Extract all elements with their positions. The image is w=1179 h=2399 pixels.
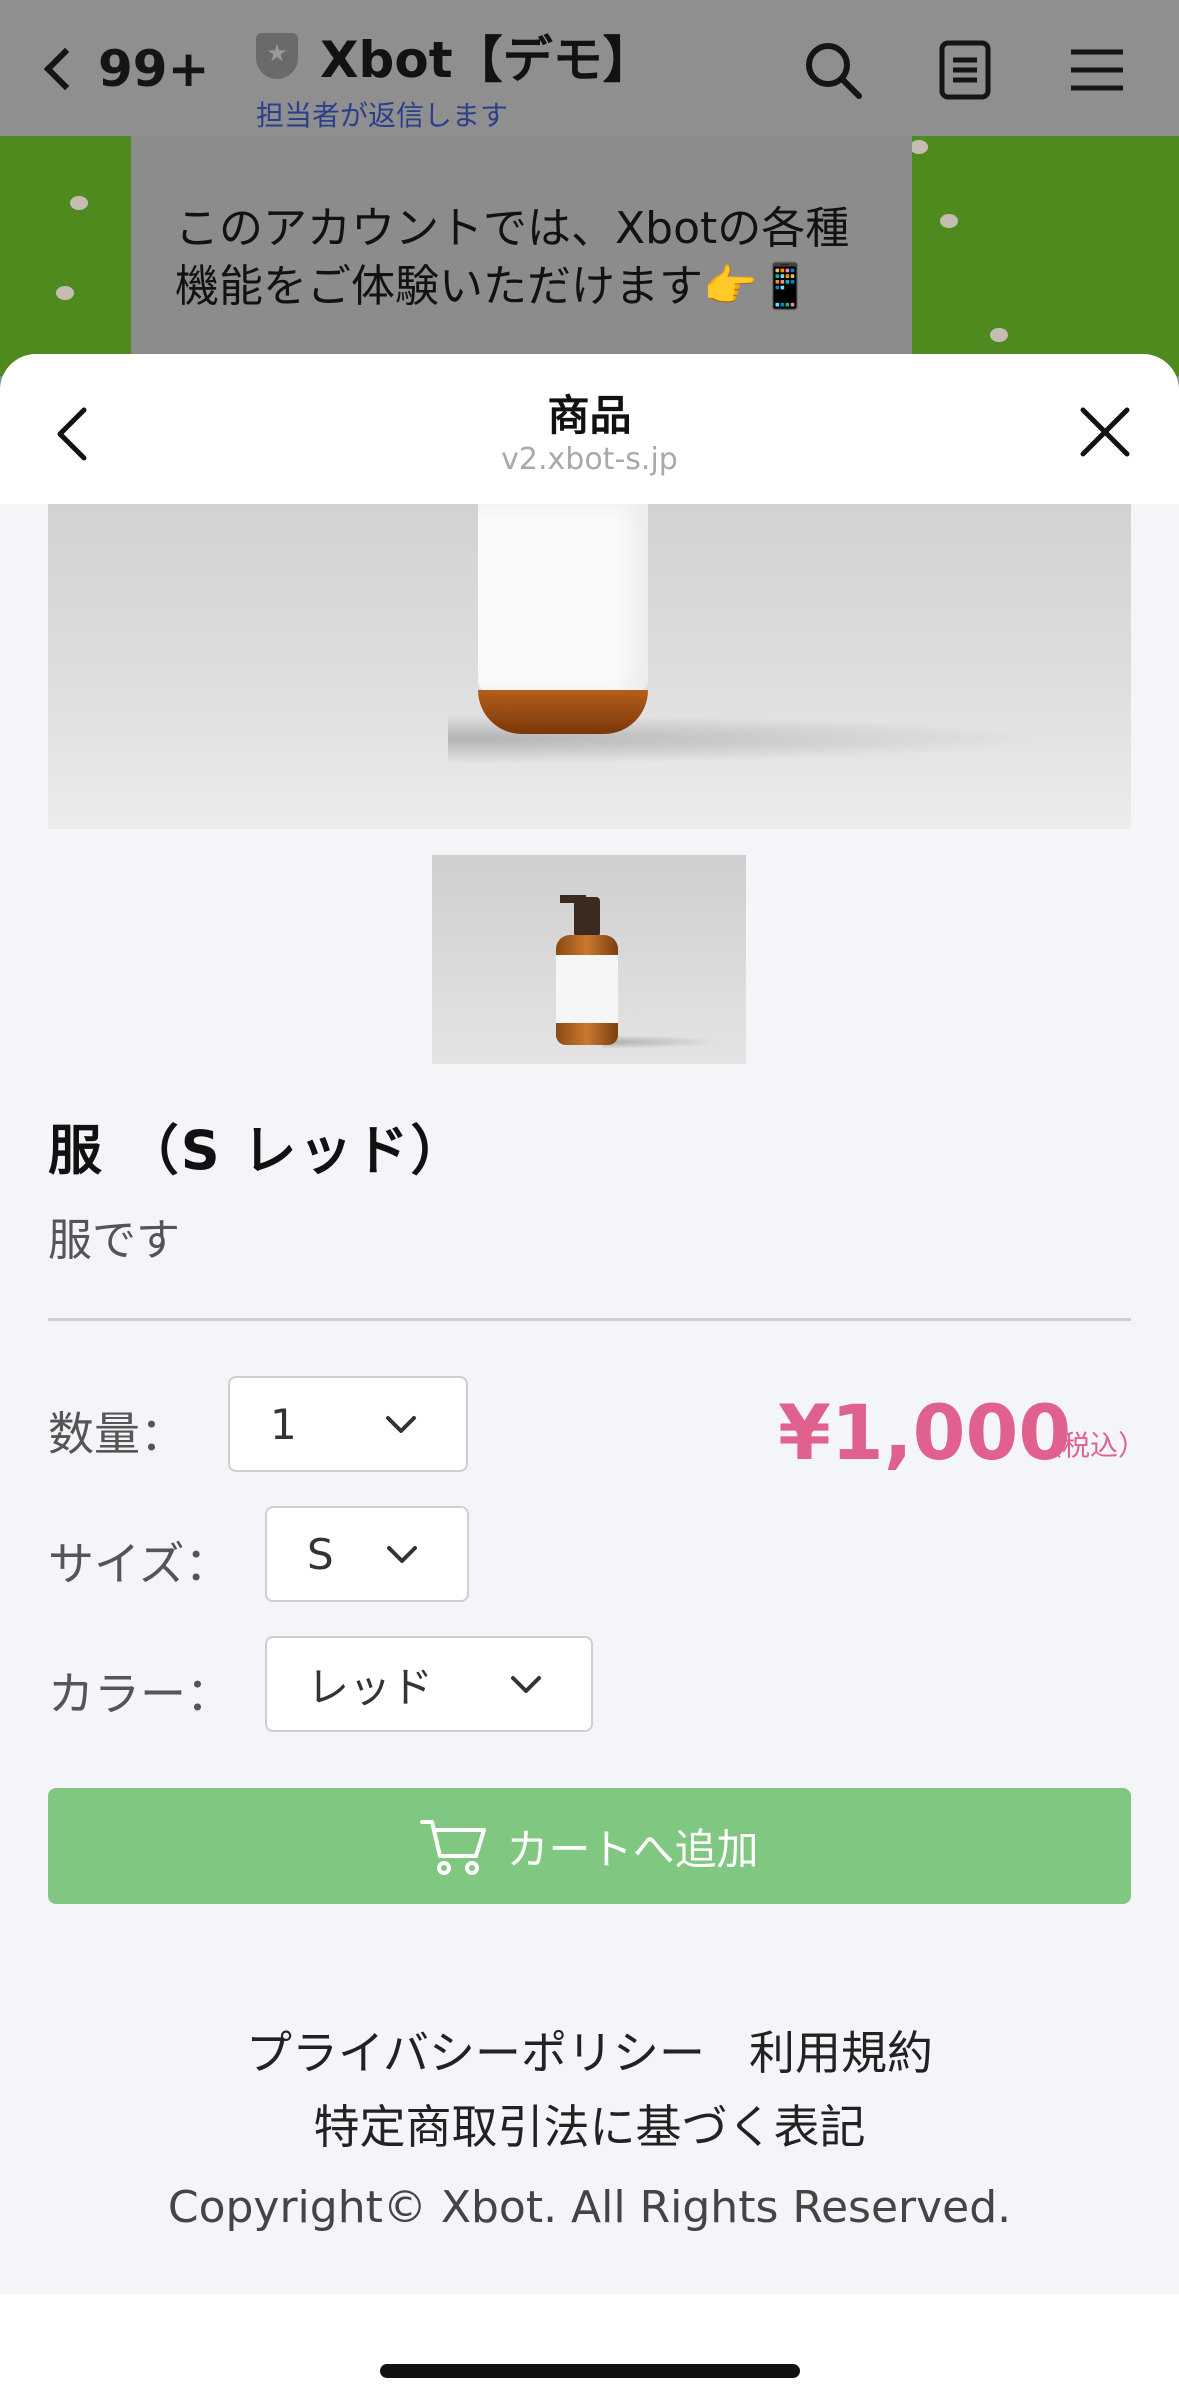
copyright: Copyright© Xbot. All Rights Reserved. (167, 2182, 1012, 2233)
size-label: サイズ： (48, 1537, 231, 1591)
chat-message-bubble[interactable]: このアカウントでは、Xbotの各種 機能をご体験いただけます👉📱 (131, 136, 912, 376)
back-chevron-icon (43, 47, 87, 91)
color-value: レッド (307, 1662, 434, 1712)
home-indicator[interactable] (380, 2364, 800, 2378)
size-value: S (307, 1529, 334, 1579)
add-to-cart-label: カートへ追加 (506, 1824, 759, 1874)
chat-back-button[interactable]: 99+ (40, 40, 209, 98)
quantity-select[interactable]: 1 (228, 1376, 468, 1472)
product-main-image (48, 504, 1131, 829)
product-sheet: 商品 v2.xbot-s.jp 服 （S レッド） 服です 数量： 1 ¥1,0… (0, 354, 1179, 2399)
account-name: Xbot【デモ】 (320, 31, 653, 89)
chat-message-line1: このアカウントでは、Xbotの各種 (175, 203, 850, 254)
sheet-header: 商品 v2.xbot-s.jp (0, 354, 1179, 504)
chat-message-line2: 機能をご体験いただけます👉📱 (175, 261, 813, 312)
product-description: 服です (48, 1215, 180, 1266)
product-title: 服 （S レッド） (48, 1119, 467, 1182)
home-indicator-area (0, 2294, 1179, 2399)
footer-links: プライバシーポリシー 利用規約 特定商取引法に基づく表記 (0, 2016, 1179, 2164)
product-price: ¥1,000 (778, 1388, 1072, 1477)
chevron-down-icon (511, 1676, 541, 1693)
account-info[interactable]: Xbot【デモ】 担当者が返信します (256, 20, 653, 134)
notes-icon[interactable] (933, 38, 997, 102)
cart-icon (420, 1820, 487, 1875)
menu-icon[interactable] (1065, 38, 1129, 102)
chevron-down-icon (387, 1546, 417, 1563)
account-status: 担当者が返信します (256, 99, 509, 132)
add-to-cart-button[interactable]: カートへ追加 (48, 1788, 1131, 1904)
sheet-title: 商品 (547, 391, 632, 440)
divider (48, 1318, 1131, 1321)
search-icon[interactable] (801, 38, 865, 102)
sheet-url: v2.xbot-s.jp (501, 442, 678, 477)
color-label: カラー： (48, 1667, 232, 1721)
quantity-label: 数量： (48, 1407, 186, 1461)
product-thumbnail[interactable] (432, 855, 746, 1064)
quantity-value: 1 (270, 1399, 297, 1449)
unread-count: 99+ (98, 40, 210, 98)
privacy-policy-link[interactable]: プライバシーポリシー (246, 2026, 705, 2080)
terms-link[interactable]: 利用規約 (749, 2026, 933, 2080)
color-select[interactable]: レッド (265, 1636, 593, 1732)
size-select[interactable]: S (265, 1506, 469, 1602)
price-tax-note: （税込） (1034, 1429, 1147, 1462)
shield-star-icon (256, 33, 298, 79)
close-icon[interactable] (1077, 404, 1133, 460)
tokushoho-link[interactable]: 特定商取引法に基づく表記 (314, 2100, 866, 2154)
chevron-down-icon (386, 1416, 416, 1433)
